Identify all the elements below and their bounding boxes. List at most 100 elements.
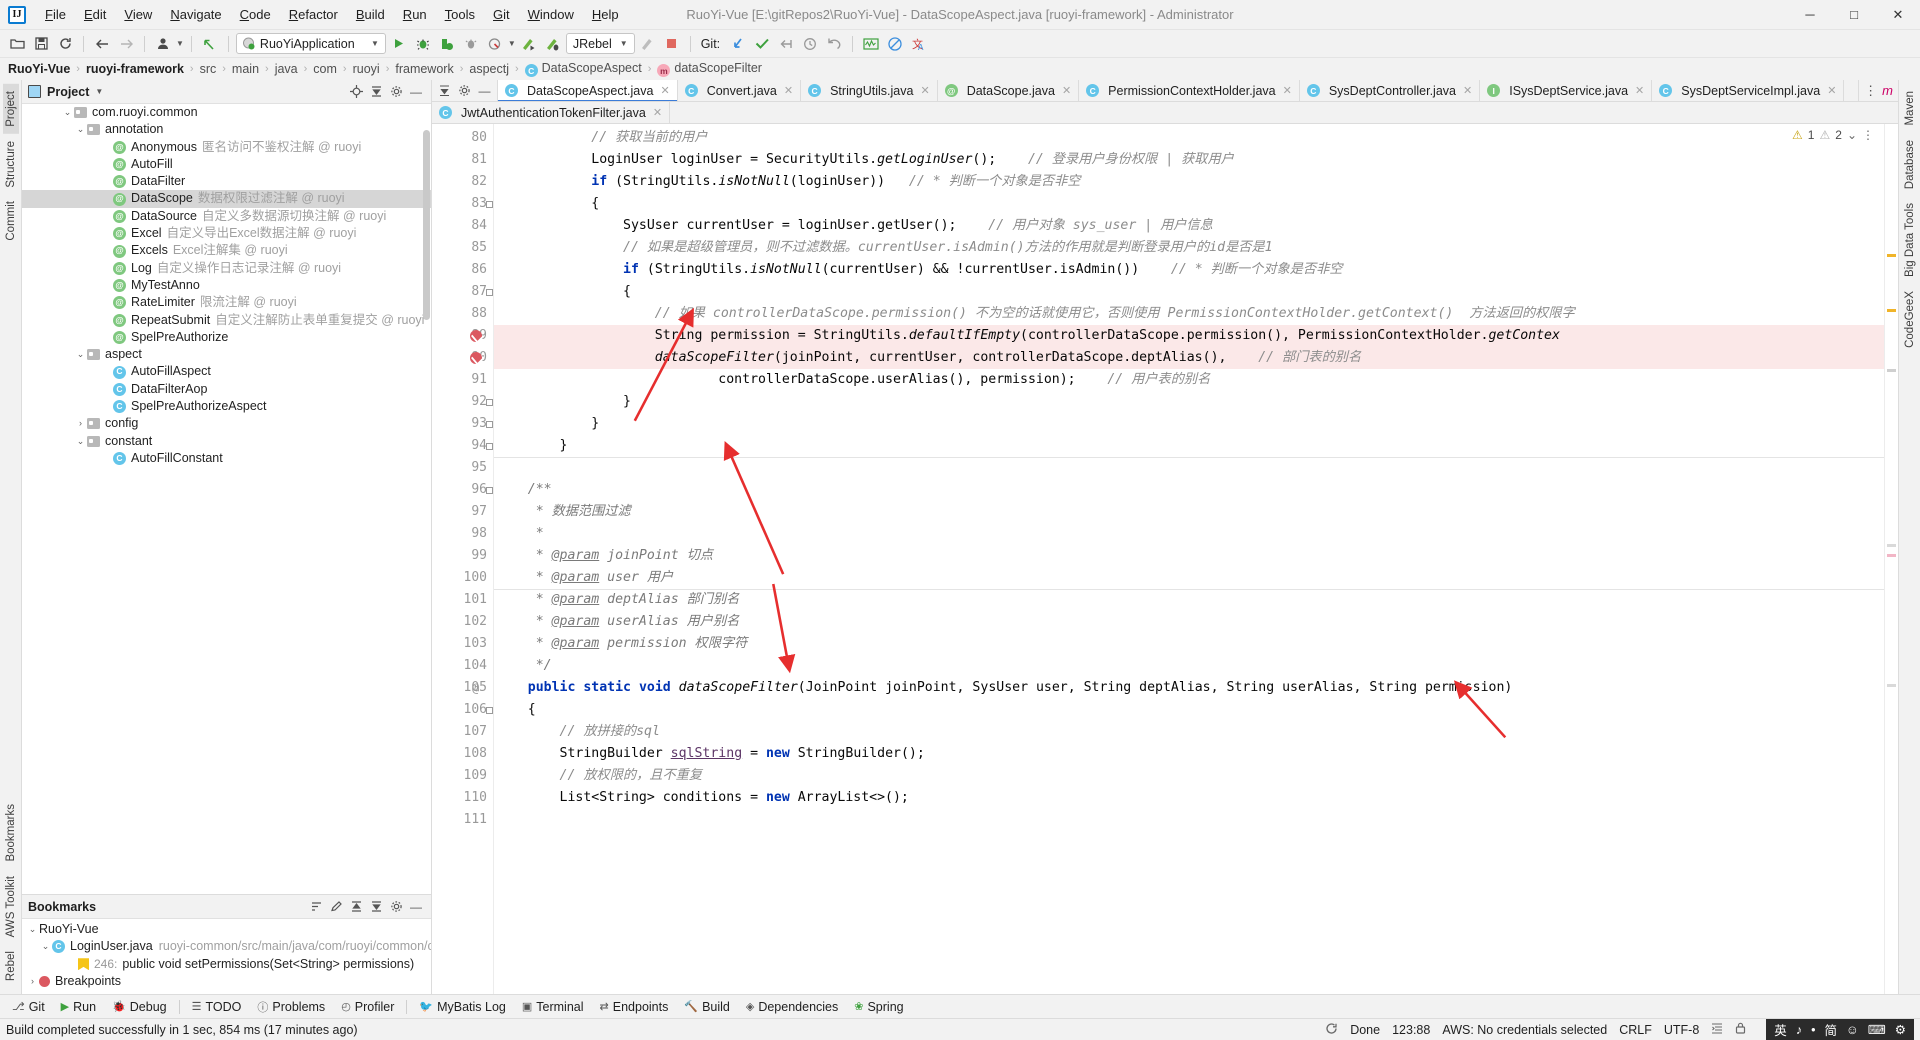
breadcrumb-item-src[interactable]: src (200, 62, 217, 76)
project-tree-item[interactable]: @ Excels Excel注解集 @ ruoyi (22, 242, 431, 259)
bookmark-arrow-icon[interactable]: › (26, 973, 39, 990)
gutter-line-110[interactable]: 110 (432, 787, 493, 809)
expand-all-icon[interactable] (347, 898, 365, 916)
gutter-line-95[interactable]: 95 (432, 457, 493, 479)
gear-icon[interactable] (387, 83, 405, 101)
hide-bookmarks-icon[interactable]: — (407, 898, 425, 916)
bottom-tab-mybatis-log[interactable]: 🐦 MyBatis Log (411, 998, 513, 1016)
breadcrumb-item-ruoyi-vue[interactable]: RuoYi-Vue (8, 62, 70, 76)
bookmark-arrow-icon[interactable]: ⌄ (26, 921, 39, 938)
gutter-line-101[interactable]: 101 (432, 589, 493, 611)
error-stripe-markers[interactable] (1884, 124, 1898, 994)
bottom-tab-dependencies[interactable]: ◈ Dependencies (738, 998, 846, 1016)
menu-item-run[interactable]: Run (394, 3, 436, 26)
tool-window-structure[interactable]: Structure (3, 134, 19, 195)
hide-panel-icon[interactable]: — (407, 83, 425, 101)
tool-window-aws-toolkit[interactable]: AWS Toolkit (3, 869, 19, 944)
editor-tabs[interactable]: C DataScopeAspect.java ✕ C Convert.java ✕ C Str… (498, 80, 1858, 101)
project-tree-item[interactable]: @ DataFilter (22, 173, 431, 190)
marker-info-3[interactable] (1887, 684, 1896, 687)
jrebel-run-icon[interactable] (518, 33, 540, 55)
project-tree-item[interactable]: @ SpelPreAuthorize (22, 329, 431, 346)
code-line-87[interactable]: { (494, 281, 1884, 303)
code-line-99[interactable]: * @param joinPoint 切点 (494, 545, 1884, 567)
project-tree-item[interactable]: @ DataScope 数据权限过滤注解 @ ruoyi (22, 190, 431, 208)
project-tree-item[interactable]: C SpelPreAuthorizeAspect (22, 398, 431, 415)
gutter-line-100[interactable]: 100 (432, 567, 493, 589)
locate-icon[interactable] (347, 83, 365, 101)
project-tree[interactable]: ⌄ com.ruoyi.common ⌄ annotation @ Anonymous 匿名… (22, 104, 431, 894)
code-line-81[interactable]: LoginUser loginUser = SecurityUtils.getL… (494, 149, 1884, 171)
gutter-line-111[interactable]: 111 (432, 809, 493, 831)
marker-info-2[interactable] (1887, 544, 1896, 547)
collapse-all-icon[interactable] (367, 83, 385, 101)
gutter-line-83[interactable]: 83 (432, 193, 493, 215)
project-tree-item[interactable]: @ Log 自定义操作日志记录注解 @ ruoyi (22, 260, 431, 277)
gutter-line-94[interactable]: 94 (432, 435, 493, 457)
git-history-icon[interactable] (799, 33, 821, 55)
project-tree-item[interactable]: C AutoFillAspect (22, 363, 431, 380)
menu-item-build[interactable]: Build (347, 3, 394, 26)
menu-item-window[interactable]: Window (519, 3, 583, 26)
menu-item-git[interactable]: Git (484, 3, 519, 26)
code-line-92[interactable]: } (494, 391, 1884, 413)
git-update-icon[interactable] (727, 33, 749, 55)
bookmark-arrow-icon[interactable]: ⌄ (39, 938, 52, 955)
indent-icon[interactable] (1711, 1022, 1723, 1037)
project-tree-item[interactable]: ⌄ com.ruoyi.common (22, 104, 431, 121)
stop-icon[interactable] (661, 33, 683, 55)
code-line-89[interactable]: String permission = StringUtils.defaultI… (494, 325, 1884, 347)
close-tab-icon[interactable]: ✕ (1463, 84, 1472, 97)
chevron-down-icon[interactable]: ⌄ (1847, 128, 1857, 142)
ime-item-5[interactable]: ⌨ (1868, 1022, 1886, 1037)
bottom-tab-spring[interactable]: ❀ Spring (846, 998, 911, 1016)
editor-settings-gear-icon[interactable] (455, 81, 474, 100)
code-line-96[interactable]: /** (494, 479, 1884, 501)
tool-window-big-data-tools[interactable]: Big Data Tools (1902, 196, 1918, 284)
close-tab-icon[interactable]: ✕ (1635, 84, 1644, 97)
breadcrumb-item-framework[interactable]: framework (395, 62, 453, 76)
close-tab-icon[interactable]: ✕ (660, 84, 669, 97)
code-editor[interactable]: 80 81 82 83 84 85 86 87 88 8990 91 92 93 94 95 96 97 98 99… (432, 124, 1898, 994)
inspection-widget[interactable]: ⚠ 1 ⚠ 2 ⌄ ⋮ (1792, 128, 1874, 142)
translate-icon[interactable]: 文A (908, 33, 930, 55)
gutter-line-87[interactable]: 87 (432, 281, 493, 303)
back-arrow-icon[interactable] (91, 33, 113, 55)
project-tree-item[interactable]: @ AutoFill (22, 156, 431, 173)
collapse-all-bookmarks-icon[interactable] (367, 898, 385, 916)
code-line-111[interactable] (494, 809, 1884, 831)
bookmark-row[interactable]: ⌄ RuoYi-Vue (22, 921, 431, 938)
gutter-line-88[interactable]: 88 (432, 303, 493, 325)
aws-credentials[interactable]: AWS: No credentials selected (1442, 1023, 1607, 1037)
project-tree-item[interactable]: ⌄ annotation (22, 121, 431, 138)
project-tree-item[interactable]: C DataFilterAop (22, 381, 431, 398)
editor-tab-sysdeptserviceimpl[interactable]: C SysDeptServiceImpl.java ✕ (1652, 80, 1845, 101)
fold-marker-icon[interactable] (486, 487, 493, 494)
code-line-104[interactable]: */ (494, 655, 1884, 677)
close-tab-icon[interactable]: ✕ (653, 106, 662, 119)
gutter-line-92[interactable]: 92 (432, 391, 493, 413)
code-line-85[interactable]: // 如果是超级管理员，则不过滤数据。currentUser.isAdmin()… (494, 237, 1884, 259)
ime-item-6[interactable]: ⚙ (1895, 1022, 1906, 1037)
forward-arrow-icon[interactable] (115, 33, 137, 55)
code-line-100[interactable]: * @param user 用户 (494, 567, 1884, 589)
bookmarks-gear-icon[interactable] (387, 898, 405, 916)
marker-warning[interactable] (1887, 254, 1896, 257)
code-line-103[interactable]: * @param permission 权限字符 (494, 633, 1884, 655)
marker-warning-2[interactable] (1887, 309, 1896, 312)
gutter-line-91[interactable]: 91 (432, 369, 493, 391)
code-line-80[interactable]: // 获取当前的用户 (494, 127, 1884, 149)
menu-item-refactor[interactable]: Refactor (280, 3, 347, 26)
fold-marker-icon[interactable] (486, 289, 493, 296)
close-tab-icon[interactable]: ✕ (920, 84, 929, 97)
ime-item-3[interactable]: 简 (1824, 1020, 1837, 1039)
jrebel-caret-icon[interactable]: ▼ (620, 39, 628, 48)
gutter-line-80[interactable]: 80 (432, 127, 493, 149)
menu-item-navigate[interactable]: Navigate (161, 3, 230, 26)
bottom-tab-run[interactable]: ▶ Run (53, 998, 104, 1016)
code-line-94[interactable]: } (494, 435, 1884, 457)
gutter-line-82[interactable]: 82 (432, 171, 493, 193)
bottom-tab-todo[interactable]: ☰ TODO (184, 998, 250, 1016)
menu-item-view[interactable]: View (115, 3, 161, 26)
tree-arrow-icon[interactable]: ⌄ (74, 346, 87, 363)
